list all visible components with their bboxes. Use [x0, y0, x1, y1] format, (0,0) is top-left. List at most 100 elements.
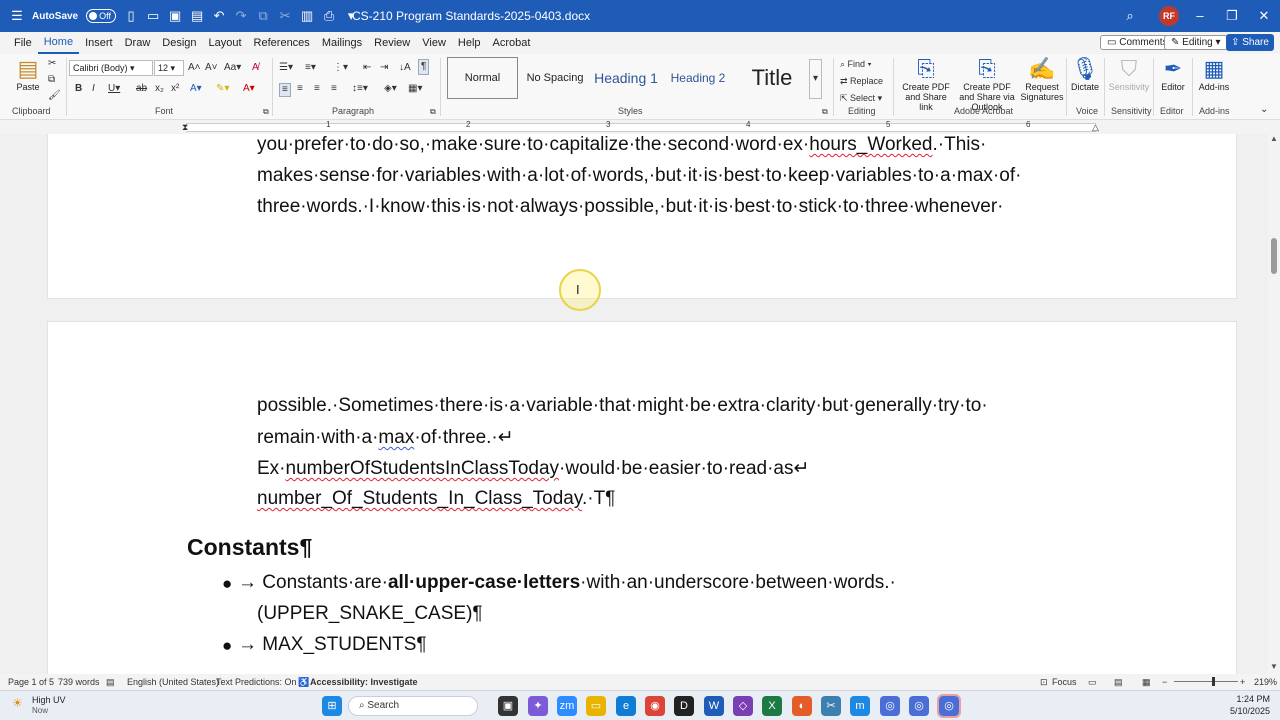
accessibility-indicator[interactable]: Accessibility: Investigate: [310, 677, 418, 687]
borders-icon[interactable]: ▦▾: [408, 83, 422, 95]
share-button[interactable]: ⇪ Share: [1226, 34, 1274, 51]
align-center-icon[interactable]: ≡: [297, 83, 303, 95]
zoom-level[interactable]: 219%: [1254, 677, 1277, 687]
weather-icon[interactable]: ☀: [12, 696, 23, 710]
zoom-slider-thumb[interactable]: [1212, 677, 1215, 686]
style-title[interactable]: Title: [736, 57, 808, 99]
file-explorer-icon[interactable]: ▭: [586, 696, 606, 716]
highlight-icon[interactable]: ✎▾: [216, 83, 229, 95]
tab-references[interactable]: References: [248, 33, 316, 53]
copy-icon[interactable]: ⧉: [48, 74, 55, 86]
decrease-indent-icon[interactable]: ⇤: [363, 62, 371, 74]
horizontal-ruler[interactable]: 1 2 3 4 5 6 ⧗ △: [0, 120, 1280, 134]
scroll-down-icon[interactable]: ▼: [1270, 662, 1278, 671]
styles-more-icon[interactable]: ▾: [809, 59, 822, 99]
bullets-icon[interactable]: ☰▾: [279, 62, 293, 74]
create-pdf-share-link-button[interactable]: ⎘ Create PDF and Share link: [898, 56, 954, 112]
add-ins-button[interactable]: ▦ Add-ins: [1195, 56, 1233, 92]
justify-icon[interactable]: ≡: [331, 83, 337, 95]
style-no-spacing[interactable]: No Spacing: [522, 57, 588, 99]
tab-draw[interactable]: Draw: [119, 33, 157, 53]
font-dialog-launcher-icon[interactable]: ⧉: [263, 106, 269, 118]
word-icon[interactable]: W: [704, 696, 724, 716]
app-icon[interactable]: m: [850, 696, 870, 716]
minimize-icon[interactable]: –: [1190, 8, 1210, 23]
firefox-icon[interactable]: ◐: [792, 696, 812, 716]
subscript-icon[interactable]: x₂: [155, 83, 164, 95]
clock-date[interactable]: 5/10/2025: [1222, 706, 1270, 716]
undo-icon[interactable]: ↶: [212, 9, 226, 23]
page-1[interactable]: you·prefer·to·do·so,·make·sure·to·capita…: [47, 134, 1237, 299]
request-signatures-button[interactable]: ✍ Request Signatures: [1020, 56, 1064, 102]
font-color-icon[interactable]: A▾: [243, 83, 255, 95]
text-effects-icon[interactable]: A▾: [190, 83, 202, 95]
grow-font-icon[interactable]: A˄: [188, 62, 201, 74]
word-app-icon[interactable]: ☰: [10, 9, 24, 23]
dell-icon[interactable]: D: [674, 696, 694, 716]
clear-formatting-icon[interactable]: A̸: [252, 62, 259, 74]
font-name-select[interactable]: Calibri (Body) ▾: [69, 60, 153, 76]
tab-review[interactable]: Review: [368, 33, 416, 53]
new-document-icon[interactable]: ▯: [124, 9, 138, 23]
search-icon[interactable]: ⌕: [1120, 8, 1140, 24]
grammar-flag-word[interactable]: max: [378, 427, 414, 448]
cut-icon[interactable]: ✂: [48, 58, 56, 70]
print-layout-icon[interactable]: ▤: [1114, 677, 1123, 688]
web-layout-icon[interactable]: ▦: [1142, 677, 1151, 688]
focus-mode-icon[interactable]: ⊡: [1040, 677, 1048, 688]
font-size-select[interactable]: 12 ▾: [154, 60, 184, 76]
editor-button[interactable]: ✒ Editor: [1156, 56, 1190, 92]
taskbar-search-box[interactable]: ⌕ Search: [348, 696, 478, 716]
bold-icon[interactable]: B: [75, 83, 82, 95]
strikethrough-icon[interactable]: ab: [136, 83, 147, 95]
copilot-icon[interactable]: ✦: [528, 696, 548, 716]
select-button[interactable]: ⇱ Select ▾: [840, 92, 882, 104]
excel-icon[interactable]: X: [762, 696, 782, 716]
line-spacing-icon[interactable]: ↕≡▾: [352, 83, 368, 95]
shrink-font-icon[interactable]: A˅: [205, 62, 218, 74]
dictate-button[interactable]: 🎙 Dictate: [1068, 56, 1102, 92]
right-indent-marker-icon[interactable]: △: [1092, 121, 1099, 133]
word-count[interactable]: 739 words: [58, 677, 100, 687]
tab-design[interactable]: Design: [156, 33, 202, 53]
save-as-icon[interactable]: ▤: [190, 9, 204, 23]
zoom-out-icon[interactable]: −: [1162, 677, 1167, 687]
clock-time[interactable]: 1:24 PM: [1222, 694, 1270, 704]
tab-acrobat[interactable]: Acrobat: [487, 33, 537, 53]
align-left-icon[interactable]: ≡: [279, 83, 291, 97]
collapse-ribbon-icon[interactable]: ⌄: [1260, 104, 1268, 116]
change-case-icon[interactable]: Aa▾: [224, 62, 241, 74]
zoom-slider-track[interactable]: [1174, 681, 1238, 682]
underline-icon[interactable]: U▾: [108, 83, 120, 95]
visual-studio-icon[interactable]: ◇: [733, 696, 753, 716]
proofing-icon[interactable]: ▤: [106, 677, 115, 688]
tab-file[interactable]: File: [8, 33, 38, 53]
paste-button[interactable]: ▤ Paste: [12, 56, 44, 92]
clipboard-icon[interactable]: ▥: [300, 9, 314, 23]
avatar[interactable]: RF: [1159, 6, 1179, 26]
create-pdf-outlook-button[interactable]: ⎘ Create PDF and Share via Outlook: [955, 56, 1019, 112]
find-button[interactable]: ⌕ Find ▾: [840, 58, 871, 70]
format-painter-icon[interactable]: 🖌: [48, 90, 61, 102]
document-title[interactable]: CS-210 Program Standards-2025-0403.docx: [352, 9, 590, 23]
copy-icon[interactable]: ⧉: [256, 9, 270, 23]
page-2[interactable]: possible.·Sometimes·there·is·a·variable·…: [47, 321, 1237, 674]
save-icon[interactable]: ▣: [168, 9, 182, 23]
style-heading-2[interactable]: Heading 2: [664, 57, 732, 99]
zoom-app-icon[interactable]: zm: [557, 696, 577, 716]
spelling-error-word[interactable]: hours_Worked: [809, 134, 932, 155]
autosave-toggle[interactable]: Off: [86, 9, 117, 23]
tab-insert[interactable]: Insert: [79, 33, 119, 53]
windows-start-icon[interactable]: ⊞: [322, 696, 342, 716]
superscript-icon[interactable]: x²: [171, 83, 179, 95]
tab-home[interactable]: Home: [37, 32, 80, 54]
scrollbar-thumb[interactable]: [1271, 238, 1277, 274]
align-right-icon[interactable]: ≡: [314, 83, 320, 95]
style-heading-1[interactable]: Heading 1: [592, 57, 660, 99]
tab-mailings[interactable]: Mailings: [316, 33, 368, 53]
numbering-icon[interactable]: ≡▾: [305, 62, 316, 74]
increase-indent-icon[interactable]: ⇥: [380, 62, 388, 74]
shading-icon[interactable]: ◈▾: [384, 83, 397, 95]
maximize-icon[interactable]: ❐: [1222, 8, 1242, 24]
spelling-error-word[interactable]: numberOfStudentsInClassToday: [286, 458, 560, 479]
